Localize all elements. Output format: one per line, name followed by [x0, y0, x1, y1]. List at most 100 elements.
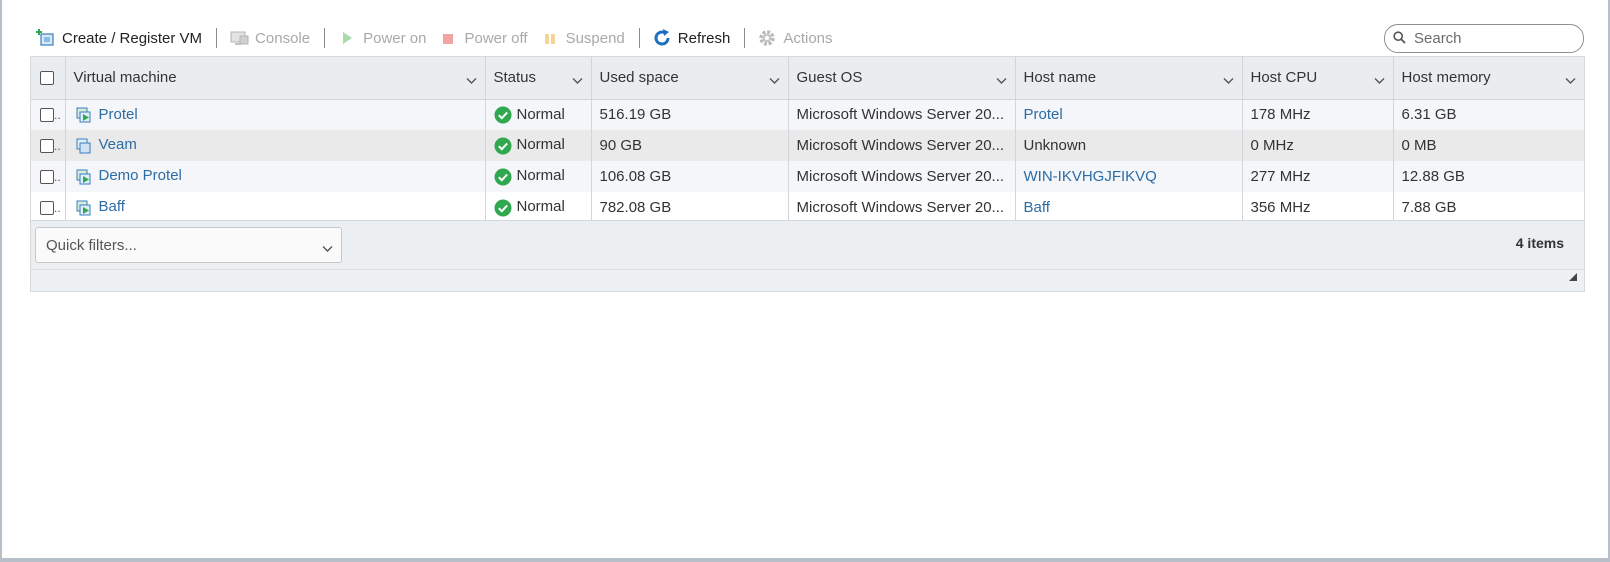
- guest-os-cell: Microsoft Windows Server 20...: [788, 99, 1016, 130]
- stop-icon: [438, 28, 458, 48]
- host-cpu-cell: 0 MHz: [1242, 130, 1394, 161]
- column-header-host-name[interactable]: Host name: [1015, 57, 1243, 100]
- console-label: Console: [255, 29, 311, 47]
- vm-powered-on-icon: [74, 199, 94, 217]
- table-row[interactable]: .. Veam Normal 90 GB Microsoft Windows S…: [31, 130, 1584, 161]
- power-off-button[interactable]: Power off: [434, 24, 535, 52]
- used-space-cell: 782.08 GB: [591, 192, 789, 223]
- status-text: Normal: [516, 105, 565, 123]
- host-memory-cell: 6.31 GB: [1393, 99, 1584, 130]
- power-on-button[interactable]: Power on: [333, 24, 434, 52]
- resize-handle-icon[interactable]: [1568, 269, 1578, 285]
- vm-name-link[interactable]: Demo Protel: [99, 167, 182, 184]
- chevron-down-icon[interactable]: [1374, 72, 1385, 89]
- quick-filters-dropdown[interactable]: Quick filters...: [35, 227, 342, 263]
- chevron-down-icon[interactable]: [1223, 72, 1234, 89]
- select-all-cell: [31, 57, 66, 100]
- row-checkbox[interactable]: [40, 139, 54, 154]
- check-circle-icon: [494, 199, 512, 217]
- used-space-cell: 106.08 GB: [591, 161, 789, 192]
- ellipsis: ..: [54, 170, 61, 184]
- row-select-cell: ..: [31, 192, 66, 223]
- create-register-vm-button[interactable]: Create / Register VM: [32, 24, 210, 52]
- actions-button[interactable]: Actions: [753, 24, 840, 52]
- console-button[interactable]: Console: [225, 24, 318, 52]
- suspend-button[interactable]: Suspend: [536, 24, 633, 52]
- check-circle-icon: [494, 168, 512, 186]
- column-header-virtual-machine[interactable]: Virtual machine: [65, 57, 486, 100]
- search-icon: [1393, 30, 1406, 47]
- vm-grid: Virtual machine Status Used space Guest …: [30, 56, 1585, 292]
- status-cell: Normal: [485, 161, 592, 192]
- host-cpu-cell: 277 MHz: [1242, 161, 1394, 192]
- chevron-down-icon[interactable]: [769, 72, 780, 89]
- chevron-down-icon[interactable]: [996, 72, 1007, 89]
- vm-name-cell: Demo Protel: [65, 161, 486, 192]
- ellipsis: ..: [54, 201, 61, 215]
- host-memory-cell: 12.88 GB: [1393, 161, 1584, 192]
- vm-powered-on-icon: [74, 106, 94, 124]
- host-name-cell: Protel: [1015, 99, 1243, 130]
- status-text: Normal: [516, 198, 565, 216]
- refresh-button[interactable]: Refresh: [648, 24, 739, 52]
- status-text: Normal: [516, 136, 565, 154]
- column-header-label: Host CPU: [1250, 69, 1318, 87]
- column-header-used-space[interactable]: Used space: [591, 57, 789, 100]
- toolbar-divider: [216, 28, 218, 48]
- host-memory-cell: 0 MB: [1393, 130, 1584, 161]
- toolbar: Create / Register VM Console Power on Po…: [32, 24, 841, 52]
- gear-icon: [757, 28, 777, 48]
- host-name-cell: Unknown: [1015, 130, 1243, 161]
- power-on-label: Power on: [363, 29, 427, 47]
- vm-name-cell: Protel: [65, 99, 486, 130]
- row-checkbox[interactable]: [40, 170, 54, 185]
- row-select-cell: ..: [31, 130, 66, 161]
- create-vm-icon: [36, 28, 56, 48]
- column-header-status[interactable]: Status: [485, 57, 592, 100]
- status-text: Normal: [516, 167, 565, 185]
- vm-name-link[interactable]: Protel: [99, 106, 138, 123]
- host-name-cell: Baff: [1015, 192, 1243, 223]
- ellipsis: ..: [54, 139, 61, 153]
- select-all-checkbox[interactable]: [40, 71, 54, 86]
- host-name-link[interactable]: WIN-IKVHGJFIKVQ: [1024, 168, 1157, 185]
- row-checkbox[interactable]: [40, 201, 54, 216]
- column-header-guest-os[interactable]: Guest OS: [788, 57, 1016, 100]
- pause-icon: [540, 28, 560, 48]
- grid-bottom-strip: [31, 269, 1584, 291]
- column-header-host-memory[interactable]: Host memory: [1393, 57, 1584, 100]
- vm-name-cell: Baff: [65, 192, 486, 223]
- host-name-link[interactable]: Protel: [1024, 106, 1063, 123]
- search-box[interactable]: [1384, 24, 1584, 53]
- play-icon: [337, 28, 357, 48]
- table-row[interactable]: .. Baff Normal 782.08 GB Microsoft Windo…: [31, 192, 1584, 223]
- host-memory-cell: 7.88 GB: [1393, 192, 1584, 223]
- vm-name-cell: Veam: [65, 130, 486, 161]
- host-cpu-cell: 356 MHz: [1242, 192, 1394, 223]
- vm-powered-on-icon: [74, 168, 94, 186]
- vm-name-link[interactable]: Veam: [99, 136, 137, 153]
- column-header-label: Status: [493, 69, 537, 87]
- table-row[interactable]: .. Protel Normal 516.19 GB Microsoft Win…: [31, 99, 1584, 130]
- status-cell: Normal: [485, 192, 592, 223]
- table-row[interactable]: .. Demo Protel Normal 106.08 GB Microsof…: [31, 161, 1584, 192]
- table-header-row: Virtual machine Status Used space Guest …: [31, 57, 1584, 100]
- check-circle-icon: [494, 137, 512, 155]
- chevron-down-icon[interactable]: [466, 72, 477, 89]
- search-input[interactable]: [1412, 29, 1572, 48]
- host-name-link[interactable]: Baff: [1024, 199, 1050, 216]
- chevron-down-icon[interactable]: [1565, 72, 1576, 89]
- chevron-down-icon[interactable]: [572, 72, 583, 89]
- ellipsis: ..: [54, 108, 61, 123]
- column-header-label: Virtual machine: [73, 69, 177, 87]
- row-checkbox[interactable]: [40, 108, 54, 123]
- column-header-label: Guest OS: [796, 69, 863, 87]
- column-header-host-cpu[interactable]: Host CPU: [1242, 57, 1394, 100]
- row-select-cell: ..: [31, 161, 66, 192]
- refresh-icon: [652, 28, 672, 48]
- actions-label: Actions: [783, 29, 833, 47]
- create-register-vm-label: Create / Register VM: [62, 29, 203, 47]
- chevron-down-icon: [322, 240, 333, 257]
- column-header-label: Host memory: [1401, 69, 1491, 87]
- vm-name-link[interactable]: Baff: [99, 198, 125, 215]
